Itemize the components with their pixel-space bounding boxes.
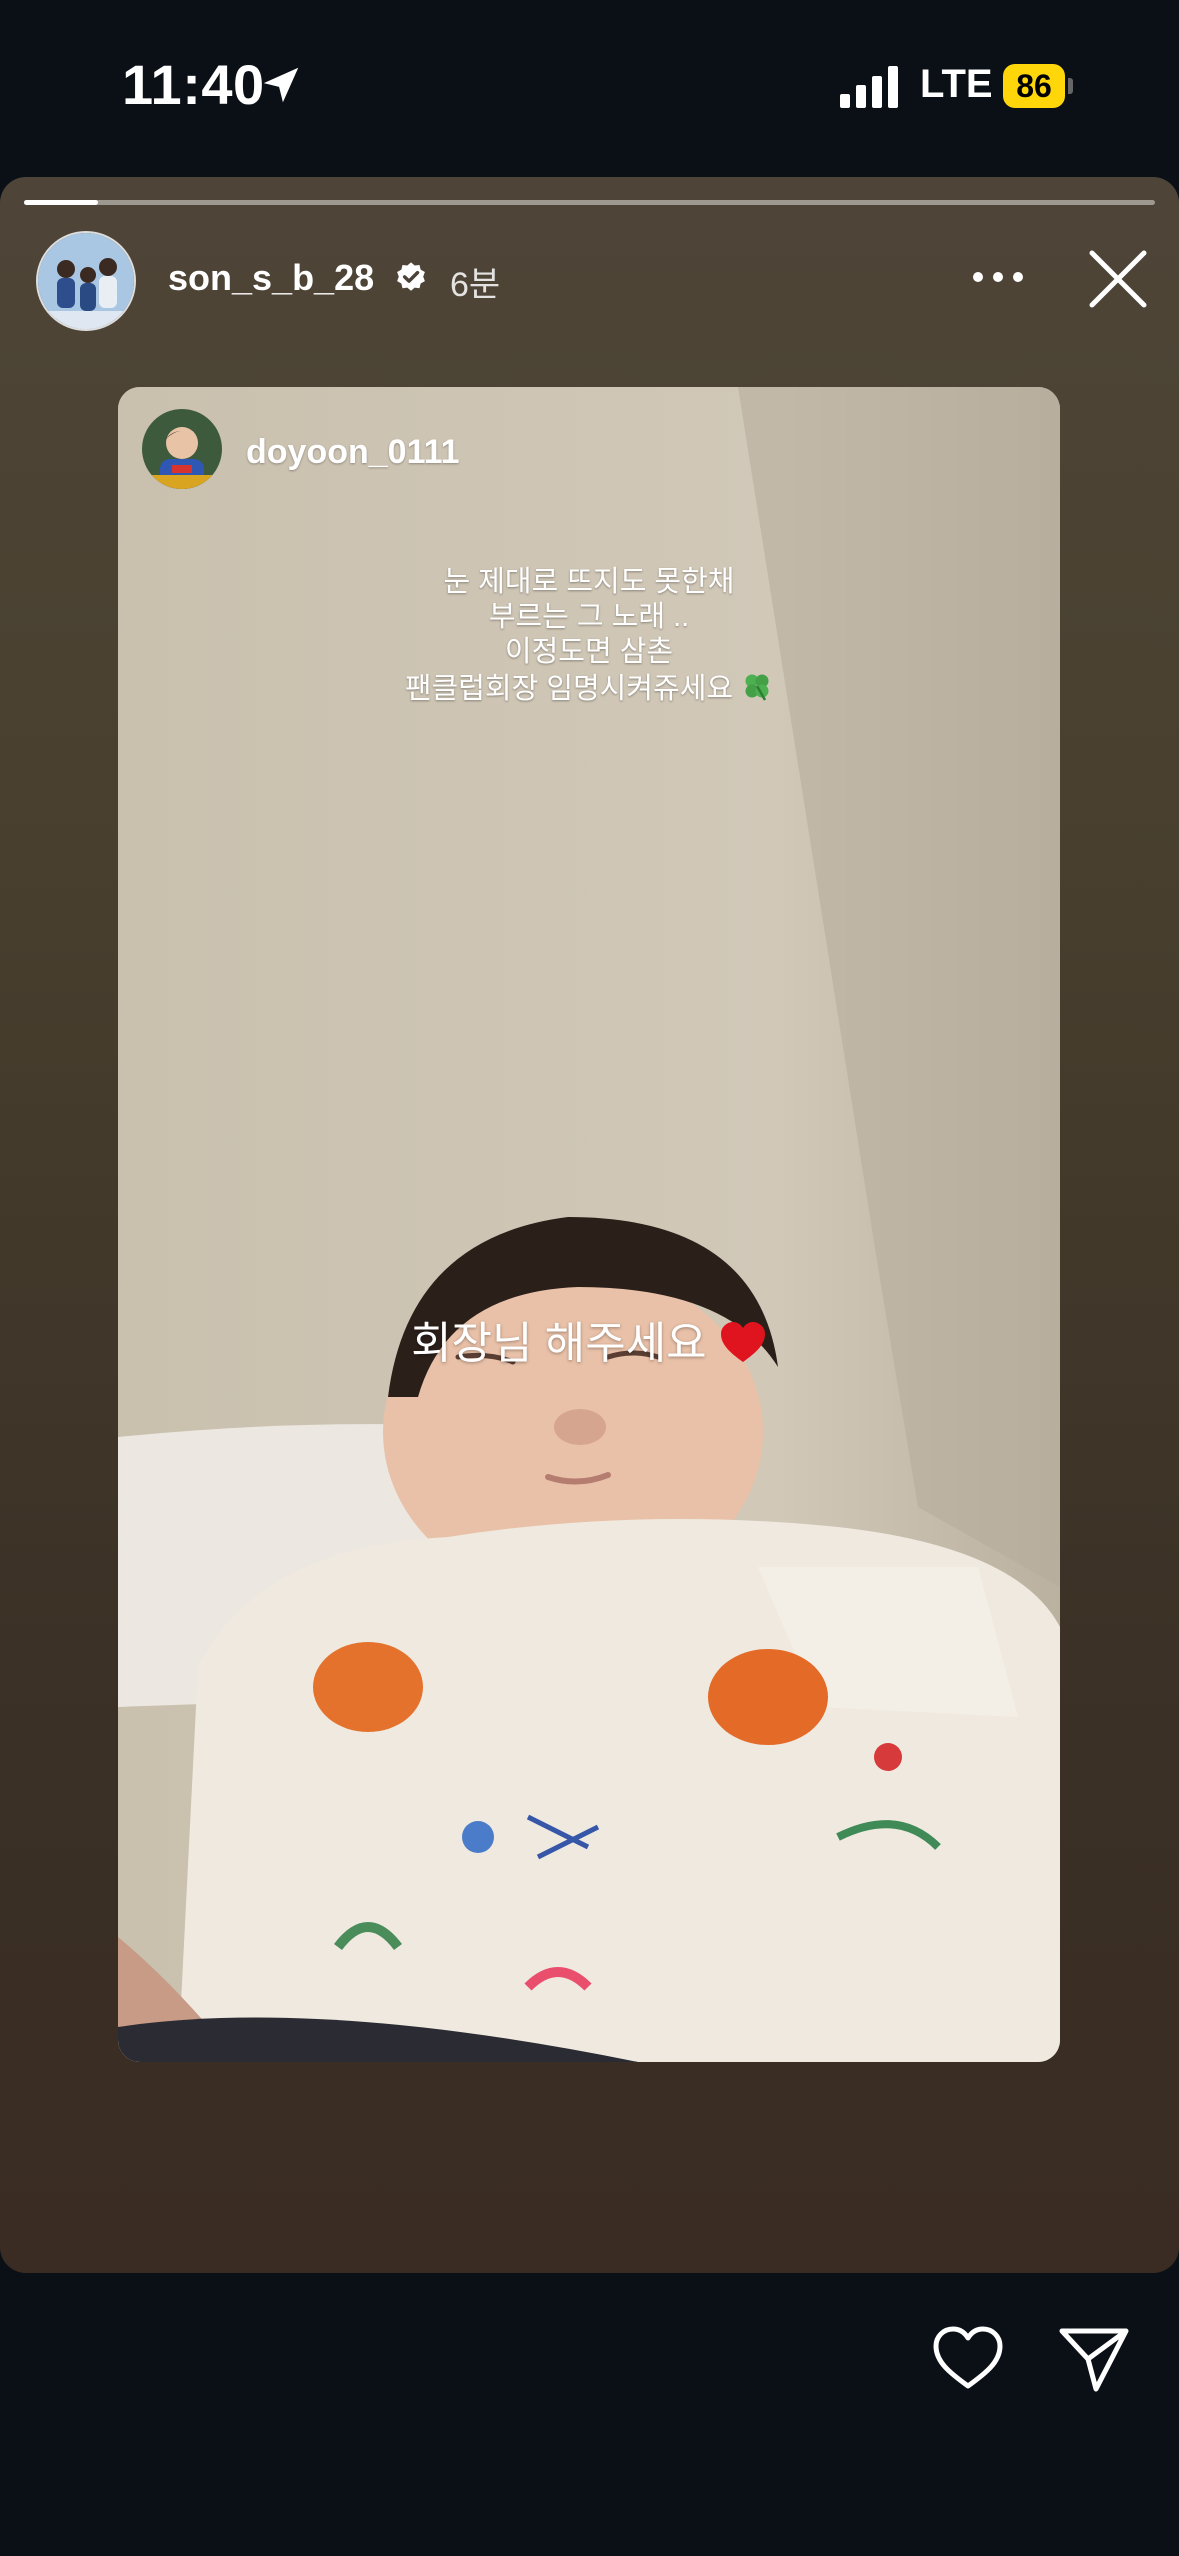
caption-line-1: 눈 제대로 뜨지도 못한채: [443, 566, 735, 598]
shared-post-username[interactable]: doyoon_0111: [246, 433, 460, 472]
story-viewer[interactable]: son_s_b_28 6분 doyoon_0111 눈 제대로 뜨지도 못한채 …: [0, 177, 1179, 2273]
close-icon[interactable]: [1088, 249, 1148, 309]
location-arrow-icon: [263, 67, 299, 103]
status-bar: 11:40 LTE 86: [0, 0, 1179, 175]
heart-icon: [720, 1322, 765, 1362]
status-time: 11:40: [122, 53, 265, 116]
clover-icon: [745, 674, 769, 701]
caption-line-2: 부르는 그 노래 ..: [488, 601, 690, 633]
network-type: LTE: [920, 62, 993, 106]
battery-level: 86: [1003, 64, 1065, 108]
story-time-ago: 6분: [450, 266, 501, 304]
story-progress-bar: [24, 200, 1155, 205]
like-heart-icon[interactable]: [932, 2325, 1004, 2391]
send-icon[interactable]: [1058, 2325, 1130, 2393]
shared-post-avatar[interactable]: [142, 409, 222, 489]
caption-line-4: 팬클럽회장 임명시켜쥬세요: [404, 673, 734, 705]
author-avatar-image: [38, 233, 134, 329]
sticker-label: 회장님 해주세요: [411, 1319, 707, 1368]
battery-icon: 86: [1003, 64, 1075, 108]
caption-line-3: 이정도면 삼촌: [504, 636, 674, 668]
shared-post-card[interactable]: doyoon_0111 눈 제대로 뜨지도 못한채 부르는 그 노래 .. 이정…: [118, 387, 1060, 2062]
verified-badge-icon: [397, 262, 425, 291]
author-username[interactable]: son_s_b_28: [168, 257, 374, 299]
signal-bars-icon: [840, 66, 898, 108]
caption-line-4-row: 팬클럽회장 임명시켜쥬세요: [118, 670, 1060, 707]
battery-nub: [1068, 78, 1073, 94]
sticker-text: 회장님 해주세요: [118, 1307, 1060, 1371]
story-progress-fill: [24, 200, 98, 205]
shared-post-avatar-image: [142, 409, 222, 489]
shared-post-caption: 눈 제대로 뜨지도 못한채 부르는 그 노래 .. 이정도면 삼촌 팬클럽회장 …: [118, 565, 1060, 707]
author-avatar[interactable]: [36, 231, 136, 331]
more-icon[interactable]: [970, 253, 1026, 301]
